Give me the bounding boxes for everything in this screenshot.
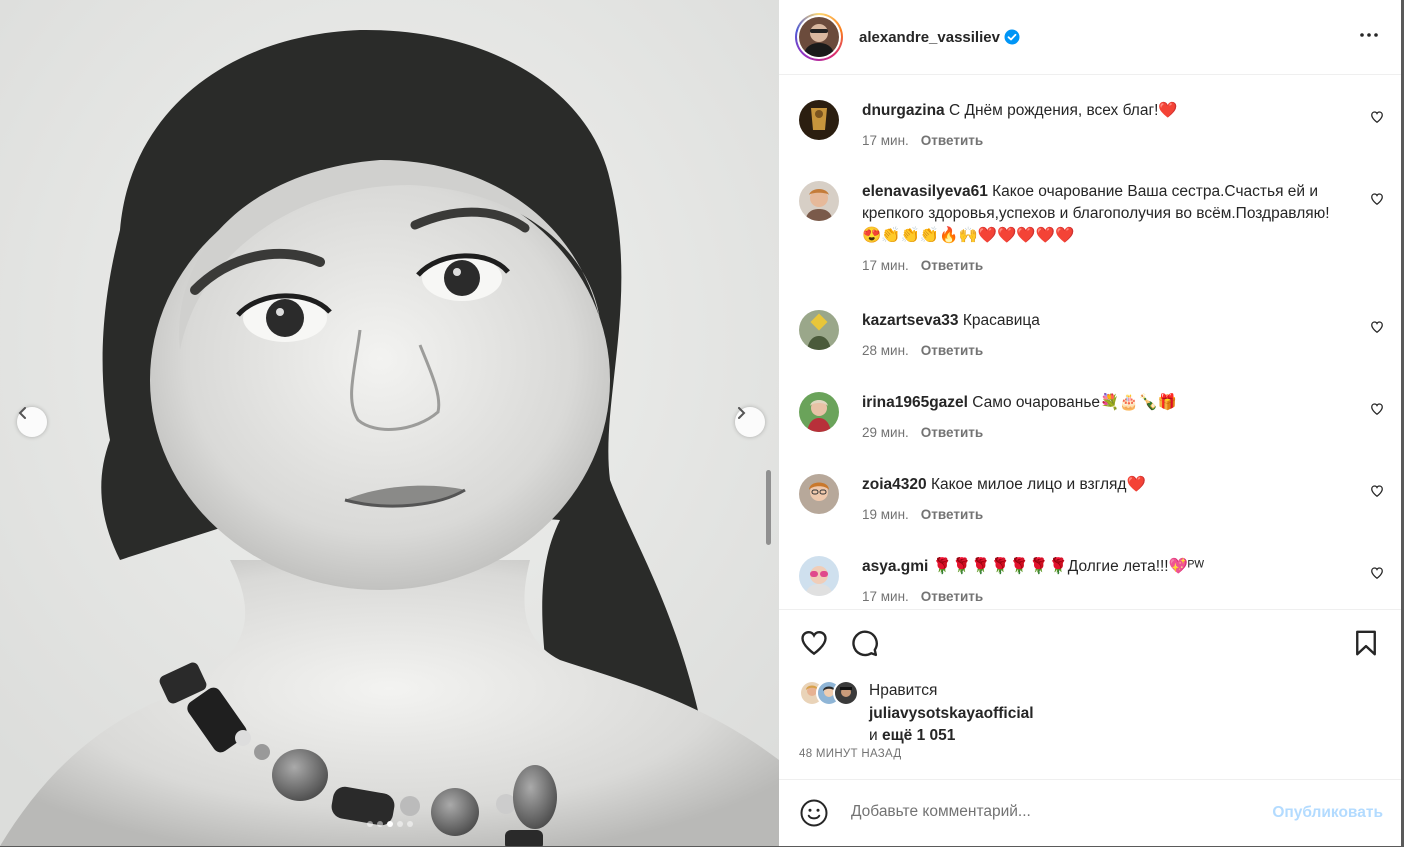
comment-time[interactable]: 17 мин. xyxy=(862,133,909,148)
more-icon xyxy=(1360,32,1378,37)
reply-button[interactable]: Ответить xyxy=(921,425,983,440)
commenter-avatar[interactable] xyxy=(799,392,839,432)
carousel-dot[interactable] xyxy=(396,821,403,827)
liker-username[interactable]: juliavysotskayaofficial xyxy=(869,705,1034,722)
comment-time[interactable]: 19 мин. xyxy=(862,507,909,522)
reply-button[interactable]: Ответить xyxy=(921,507,983,522)
heart-icon xyxy=(1371,321,1383,334)
bookmark-icon xyxy=(1356,630,1376,656)
comment-username[interactable]: kazartseva33 xyxy=(862,312,959,329)
comment-username[interactable]: zoia4320 xyxy=(862,476,927,493)
more-options-button[interactable] xyxy=(1357,23,1381,52)
story-ring[interactable] xyxy=(795,13,843,61)
heart-icon xyxy=(1371,567,1383,580)
commenter-avatar[interactable] xyxy=(799,556,839,596)
comment-icon xyxy=(852,630,878,657)
comment-text: 🌹🌹🌹🌹🌹🌹🌹Долгие лета!!!💖ᴾᵂ xyxy=(932,558,1205,575)
comment-username[interactable]: elenavasilyeva61 xyxy=(862,183,988,200)
comment-time[interactable]: 17 мин. xyxy=(862,258,909,273)
add-comment-bar: Опубликовать xyxy=(779,779,1401,847)
heart-icon xyxy=(1371,111,1383,124)
carousel-prev-button[interactable] xyxy=(17,407,47,437)
save-button[interactable] xyxy=(1351,628,1381,663)
comments-list[interactable]: dnurgazina С Днём рождения, всех благ!❤️… xyxy=(779,76,1401,609)
heart-icon xyxy=(801,630,827,656)
post-actions-bar xyxy=(779,609,1401,657)
comment-like-button[interactable] xyxy=(1370,402,1384,421)
post-media[interactable] xyxy=(0,0,779,846)
likers-avatars[interactable] xyxy=(799,680,863,706)
comment-like-button[interactable] xyxy=(1370,566,1384,585)
verified-badge-icon xyxy=(1004,29,1020,45)
likes-prefix: Нравится xyxy=(869,682,938,699)
publish-button[interactable]: Опубликовать xyxy=(1272,804,1383,822)
comment-time[interactable]: 28 мин. xyxy=(862,343,909,358)
commenter-avatar[interactable] xyxy=(799,310,839,350)
chevron-left-icon xyxy=(18,407,26,419)
carousel-dot-active[interactable] xyxy=(386,821,393,827)
heart-icon xyxy=(1371,193,1383,206)
chevron-right-icon xyxy=(738,407,746,419)
reply-button[interactable]: Ответить xyxy=(921,589,983,604)
comment-username[interactable]: irina1965gazel xyxy=(862,394,968,411)
comment-input[interactable] xyxy=(849,802,1233,822)
comment-text: Само очарованье💐🎂🍾🎁 xyxy=(972,394,1178,411)
carousel-dots xyxy=(0,821,779,827)
carousel-dot[interactable] xyxy=(376,821,383,827)
post-username[interactable]: alexandre_vassiliev xyxy=(859,29,1000,46)
comment-like-button[interactable] xyxy=(1370,110,1384,129)
likes-count-link[interactable]: ещё 1 051 xyxy=(882,727,955,744)
avatar xyxy=(833,680,859,706)
comment-like-button[interactable] xyxy=(1370,192,1384,211)
comment-time[interactable]: 29 мин. xyxy=(862,425,909,440)
post-header: alexandre_vassiliev xyxy=(779,0,1401,75)
post-timestamp[interactable]: 48 МИНУТ НАЗАД xyxy=(799,748,902,760)
comment-username[interactable]: dnurgazina xyxy=(862,102,945,119)
comment-text: Красавица xyxy=(962,312,1040,329)
comment-button[interactable] xyxy=(849,628,879,663)
avatar[interactable] xyxy=(799,17,839,57)
carousel-next-button[interactable] xyxy=(735,407,765,437)
comment-time[interactable]: 17 мин. xyxy=(862,589,909,604)
reply-button[interactable]: Ответить xyxy=(921,133,983,148)
reply-button[interactable]: Ответить xyxy=(921,343,983,358)
commenter-avatar[interactable] xyxy=(799,181,839,221)
comment-like-button[interactable] xyxy=(1370,320,1384,339)
comment-like-button[interactable] xyxy=(1370,484,1384,503)
commenter-avatar[interactable] xyxy=(799,100,839,140)
comment-text: Какое милое лицо и взгляд❤️ xyxy=(930,476,1146,493)
portrait-photo xyxy=(0,0,779,846)
carousel-dot[interactable] xyxy=(406,821,413,827)
carousel-dot[interactable] xyxy=(366,821,373,827)
comment-text: С Днём рождения, всех благ!❤️ xyxy=(948,102,1178,119)
emoji-button[interactable] xyxy=(799,798,829,833)
heart-icon xyxy=(1371,485,1383,498)
reply-button[interactable]: Ответить xyxy=(921,258,983,273)
post-panel: alexandre_vassiliev dnurgazina С Днём ро… xyxy=(779,0,1401,846)
scrollbar-thumb[interactable] xyxy=(766,470,771,545)
comment-username[interactable]: asya.gmi xyxy=(862,558,928,575)
heart-icon xyxy=(1371,403,1383,416)
commenter-avatar[interactable] xyxy=(799,474,839,514)
like-button[interactable] xyxy=(799,628,829,663)
emoji-icon xyxy=(800,799,828,827)
likes-and: и xyxy=(869,727,878,744)
